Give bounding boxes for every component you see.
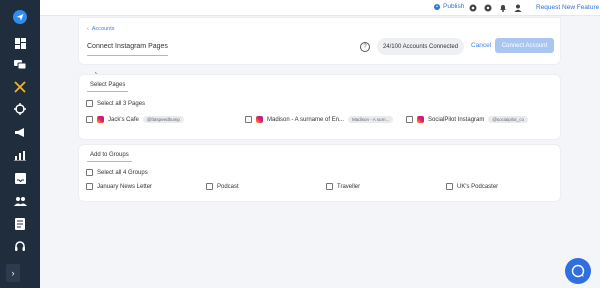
user-profile-icon[interactable] [514, 4, 522, 12]
select-pages-title: Select Pages [87, 82, 129, 92]
expand-sidebar-button[interactable]: › [6, 264, 20, 282]
group-item[interactable]: January News Letter [86, 183, 152, 190]
page-handle: @fatspeedbump [142, 116, 184, 123]
help-circle-icon[interactable] [469, 4, 477, 12]
select-all-groups-label: Select all 4 Groups [97, 169, 148, 176]
chat-icon [571, 264, 585, 278]
checkbox[interactable] [86, 169, 93, 176]
target-icon[interactable] [12, 101, 28, 117]
megaphone-icon[interactable] [12, 124, 28, 140]
cancel-button[interactable]: Cancel [471, 42, 491, 49]
group-item[interactable]: Traveller [326, 183, 360, 190]
analytics-icon[interactable] [12, 147, 28, 163]
accounts-connected-badge: 24/100 Accounts Connected [377, 38, 464, 55]
select-all-pages-label: Select all 3 Pages [97, 100, 146, 107]
sidebar: › [0, 0, 40, 288]
group-name: Traveller [337, 183, 361, 190]
group-name: Podcast [217, 183, 239, 190]
connect-account-button[interactable]: Connect Account [495, 38, 554, 53]
page-item[interactable]: Madison - A surname of En... Madison - A… [245, 116, 394, 123]
dashboard-icon[interactable] [12, 35, 28, 51]
top-bar: + Publish Request New Feature [40, 0, 600, 16]
notification-icon[interactable] [499, 4, 507, 12]
group-name: January News Letter [97, 183, 153, 190]
headset-icon[interactable] [12, 239, 28, 255]
title-underline [87, 54, 168, 56]
group-item[interactable]: UK's Podcaster [446, 183, 498, 190]
page-title-text: Connect Instagram Pages [87, 43, 168, 50]
back-label: Accounts [91, 26, 115, 32]
pages-title-underline [87, 90, 129, 92]
chevron-left-icon: ‹ [87, 26, 89, 32]
plus-icon: + [434, 3, 440, 10]
checkbox[interactable] [86, 183, 93, 190]
add-to-groups-title: Add to Groups [87, 152, 132, 162]
instagram-icon [417, 116, 424, 123]
request-feature-link[interactable]: Request New Feature [536, 4, 599, 11]
checkbox[interactable] [446, 183, 453, 190]
question-circle-icon[interactable]: ? [360, 42, 370, 52]
checkbox[interactable] [86, 116, 93, 123]
paper-plane-icon[interactable] [12, 9, 28, 25]
checkbox[interactable] [206, 183, 213, 190]
group-item[interactable]: Podcast [206, 183, 239, 190]
back-to-accounts-link[interactable]: ‹ Accounts [87, 26, 114, 32]
connect-header-card: ‹ Accounts Connect Instagram Pages ? 24/… [79, 18, 560, 64]
page-item[interactable]: Jack's Cafe @fatspeedbump [86, 116, 184, 123]
document-icon[interactable] [12, 216, 28, 232]
publish-label: Publish [443, 3, 465, 10]
page-name: Madison - A surname of En... [267, 116, 345, 123]
comments-icon[interactable] [12, 57, 28, 73]
select-all-groups[interactable]: Select all 4 Groups [86, 169, 148, 176]
cross-arrows-icon[interactable] [12, 79, 28, 95]
instagram-icon [97, 116, 104, 123]
settings-gear-icon[interactable] [484, 4, 492, 12]
checkbox[interactable] [406, 116, 413, 123]
add-to-groups-title-text: Add to Groups [90, 152, 129, 158]
select-pages-card: Select Pages Select all 3 Pages Jack's C… [79, 75, 560, 139]
page-name: Jack's Cafe [108, 116, 139, 123]
groups-title-underline [87, 160, 132, 162]
add-to-groups-card: Add to Groups Select all 4 Groups Januar… [79, 145, 560, 201]
page-item[interactable]: SocialPilot Instagram @socialpilot_co [406, 116, 528, 123]
select-all-pages[interactable]: Select all 3 Pages [86, 100, 145, 107]
instagram-icon [256, 116, 263, 123]
checkbox[interactable] [245, 116, 252, 123]
publish-button[interactable]: + Publish [434, 3, 464, 10]
page-handle: Madison - A surn... [348, 116, 394, 123]
team-icon[interactable] [12, 193, 28, 209]
page-title: Connect Instagram Pages [87, 43, 168, 56]
checkbox[interactable] [86, 100, 93, 107]
page-name: SocialPilot Instagram [428, 116, 485, 123]
chat-support-button[interactable] [565, 258, 591, 284]
select-pages-title-text: Select Pages [90, 82, 126, 88]
checkbox[interactable] [326, 183, 333, 190]
page-handle: @socialpilot_co [488, 116, 528, 123]
inbox-icon[interactable] [12, 170, 28, 186]
group-name: UK's Podcaster [457, 183, 499, 190]
